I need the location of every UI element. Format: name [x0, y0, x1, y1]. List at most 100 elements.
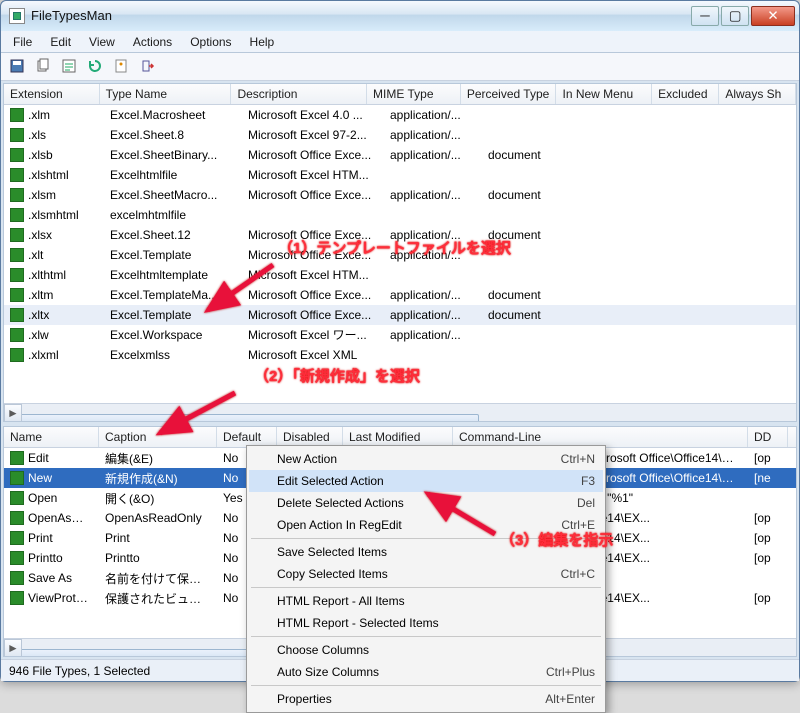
cell: .xlm — [4, 107, 104, 123]
cell — [582, 274, 682, 276]
extensions-list[interactable]: .xlmExcel.MacrosheetMicrosoft Excel 4.0 … — [4, 105, 796, 403]
cell — [482, 214, 582, 216]
maximize-button[interactable]: ▢ — [721, 6, 749, 26]
col-caption[interactable]: Caption — [99, 427, 217, 447]
extensions-row[interactable]: .xlsmhtmlexcelmhtmlfile — [4, 205, 796, 225]
menu-file[interactable]: File — [5, 33, 40, 52]
col-mimetype[interactable]: MIME Type — [367, 84, 461, 104]
cell: .xlshtml — [4, 167, 104, 183]
cell — [682, 194, 752, 196]
title-bar[interactable]: FileTypesMan ─ ▢ ✕ — [1, 1, 799, 31]
extensions-row[interactable]: .xlthtmlExcelhtmltemplateMicrosoft Excel… — [4, 265, 796, 285]
action-icon — [10, 451, 24, 465]
cell — [682, 334, 752, 336]
cell: Excelhtmlfile — [104, 167, 242, 183]
cell: .xlsb — [4, 147, 104, 163]
extensions-row[interactable]: .xlshtmlExcelhtmlfileMicrosoft Excel HTM… — [4, 165, 796, 185]
context-item[interactable]: Save Selected Items — [249, 541, 603, 563]
cell: [op — [748, 450, 788, 466]
cell: application/... — [384, 247, 482, 263]
file-type-icon — [10, 208, 24, 222]
menu-help[interactable]: Help — [242, 33, 283, 52]
col-dd[interactable]: DD — [748, 427, 788, 447]
col-name[interactable]: Name — [4, 427, 99, 447]
scroll-thumb[interactable] — [4, 414, 479, 423]
cell: application/... — [384, 127, 482, 143]
context-menu[interactable]: New ActionCtrl+NEdit Selected ActionF3De… — [246, 445, 606, 713]
col-innewmenu[interactable]: In New Menu — [556, 84, 652, 104]
context-item-shortcut: Ctrl+C — [537, 567, 595, 581]
context-item[interactable]: Copy Selected ItemsCtrl+C — [249, 563, 603, 585]
context-item[interactable]: HTML Report - Selected Items — [249, 612, 603, 634]
extensions-hscrollbar[interactable]: ◄ ► — [4, 403, 796, 421]
cell: 開く(&O) — [99, 489, 217, 508]
file-type-icon — [10, 268, 24, 282]
context-item[interactable]: HTML Report - All Items — [249, 590, 603, 612]
cell — [582, 174, 682, 176]
cell — [482, 274, 582, 276]
extensions-column-header[interactable]: Extension Type Name Description MIME Typ… — [4, 84, 796, 105]
extensions-row[interactable]: .xlxmlExcelxmlssMicrosoft Excel XML — [4, 345, 796, 365]
extensions-row[interactable]: .xltExcel.TemplateMicrosoft Office Exce.… — [4, 245, 796, 265]
menu-bar: File Edit View Actions Options Help — [1, 31, 799, 53]
cell — [682, 294, 752, 296]
extensions-row[interactable]: .xlsExcel.Sheet.8Microsoft Excel 97-2...… — [4, 125, 796, 145]
app-icon — [9, 8, 25, 24]
cell: 保護されたビュー... — [99, 589, 217, 608]
cell — [582, 114, 682, 116]
action-icon — [10, 471, 24, 485]
cell: document — [482, 187, 582, 203]
cell — [582, 254, 682, 256]
cell: Microsoft Excel HTM... — [242, 167, 384, 183]
context-item[interactable]: Choose Columns — [249, 639, 603, 661]
exit-icon[interactable] — [137, 56, 157, 76]
extensions-row[interactable]: .xltmExcel.TemplateMa...Microsoft Office… — [4, 285, 796, 305]
cell — [384, 274, 482, 276]
cell: Microsoft Office Exce... — [242, 247, 384, 263]
html-report-icon[interactable] — [59, 56, 79, 76]
menu-view[interactable]: View — [81, 33, 123, 52]
refresh-icon[interactable] — [85, 56, 105, 76]
context-item[interactable]: New ActionCtrl+N — [249, 448, 603, 470]
extensions-row[interactable]: .xlsbExcel.SheetBinary...Microsoft Offic… — [4, 145, 796, 165]
col-perceived[interactable]: Perceived Type — [461, 84, 557, 104]
extensions-row[interactable]: .xlwExcel.WorkspaceMicrosoft Excel ワー...… — [4, 325, 796, 345]
file-type-icon — [10, 328, 24, 342]
action-icon — [10, 491, 24, 505]
context-item[interactable]: Open Action In RegEditCtrl+E — [249, 514, 603, 536]
context-item[interactable]: PropertiesAlt+Enter — [249, 688, 603, 710]
file-type-icon — [10, 128, 24, 142]
col-typename[interactable]: Type Name — [100, 84, 232, 104]
menu-options[interactable]: Options — [182, 33, 239, 52]
minimize-button[interactable]: ─ — [691, 6, 719, 26]
cell: application/... — [384, 287, 482, 303]
copy-icon[interactable] — [33, 56, 53, 76]
context-item[interactable]: Auto Size ColumnsCtrl+Plus — [249, 661, 603, 683]
menu-actions[interactable]: Actions — [125, 33, 180, 52]
col-alwaysshow[interactable]: Always Sh — [719, 84, 796, 104]
context-separator — [251, 538, 601, 539]
cell — [482, 254, 582, 256]
cell: .xlt — [4, 247, 104, 263]
context-item[interactable]: Edit Selected ActionF3 — [249, 470, 603, 492]
cell: Excel.Macrosheet — [104, 107, 242, 123]
col-extension[interactable]: Extension — [4, 84, 100, 104]
close-button[interactable]: ✕ — [751, 6, 795, 26]
file-type-icon — [10, 108, 24, 122]
extensions-row[interactable]: .xlsmExcel.SheetMacro...Microsoft Office… — [4, 185, 796, 205]
cell: Microsoft Office Exce... — [242, 307, 384, 323]
extensions-row[interactable]: .xltxExcel.TemplateMicrosoft Office Exce… — [4, 305, 796, 325]
extensions-pane: Extension Type Name Description MIME Typ… — [3, 83, 797, 422]
col-excluded[interactable]: Excluded — [652, 84, 719, 104]
properties-icon[interactable] — [111, 56, 131, 76]
save-icon[interactable] — [7, 56, 27, 76]
cell: .xltm — [4, 287, 104, 303]
menu-edit[interactable]: Edit — [42, 33, 79, 52]
extensions-row[interactable]: .xlsxExcel.Sheet.12Microsoft Office Exce… — [4, 225, 796, 245]
context-item[interactable]: Delete Selected ActionsDel — [249, 492, 603, 514]
cell: Printto — [4, 550, 99, 566]
context-item-shortcut: Del — [553, 496, 595, 510]
col-description[interactable]: Description — [231, 84, 367, 104]
extensions-row[interactable]: .xlmExcel.MacrosheetMicrosoft Excel 4.0 … — [4, 105, 796, 125]
cell — [482, 354, 582, 356]
